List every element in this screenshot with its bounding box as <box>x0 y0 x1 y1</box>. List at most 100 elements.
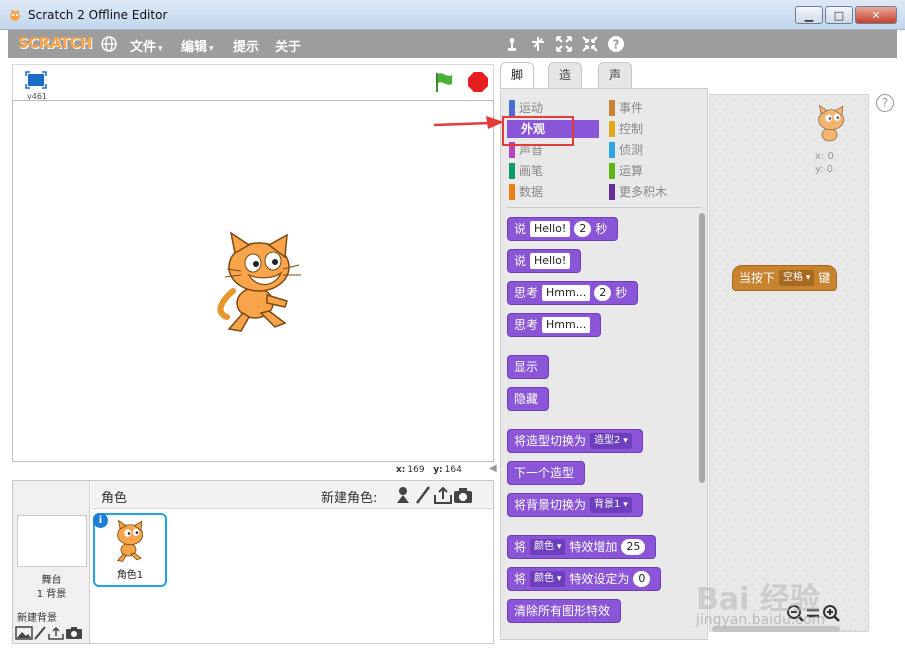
upload-sprite-icon[interactable] <box>433 485 453 505</box>
scratch-app-icon <box>10 9 20 21</box>
category-color-bar <box>509 163 515 179</box>
block-help-button[interactable]: ? <box>876 94 894 112</box>
sprite-thumb-cat-image <box>116 519 144 562</box>
block-change-effect[interactable]: 将 颜色 特效增加 25 <box>507 535 657 559</box>
effect-change-input[interactable]: 25 <box>621 539 646 555</box>
category-sensing[interactable]: 侦测 <box>609 141 643 159</box>
annotation-highlight-box <box>502 116 574 146</box>
window-titlebar: Scratch 2 Offline Editor ▁ □ ✕ <box>0 0 905 30</box>
category-color-bar <box>609 163 615 179</box>
sprite-position: x: 0 y: 0 <box>815 151 834 175</box>
scratch-logo[interactable]: SCRATCH <box>18 34 93 52</box>
menu-file[interactable]: 文件 ▾ <box>130 36 163 55</box>
window-title: Scratch 2 Offline Editor <box>28 8 168 22</box>
stage-collapse-icon[interactable]: ◀ <box>489 463 499 477</box>
category-color-bar <box>609 121 615 137</box>
stage-canvas[interactable] <box>12 100 494 462</box>
menu-about[interactable]: 关于 <box>275 36 301 55</box>
effect-set-input[interactable]: 0 <box>633 571 651 587</box>
block-hide[interactable]: 隐藏 <box>507 387 550 411</box>
when-key-pressed-block[interactable]: 当按下 空格 键 <box>732 265 838 291</box>
category-color-bar <box>609 184 615 200</box>
block-set-effect[interactable]: 将 颜色 特效设定为 0 <box>507 567 662 591</box>
block-switch-costume[interactable]: 将造型切换为 造型2 <box>507 429 643 453</box>
category-color-bar <box>609 100 615 116</box>
camera-sprite-icon[interactable] <box>453 485 473 505</box>
say-text-input[interactable]: Hello! <box>530 221 571 237</box>
sprites-title: 角色 <box>101 491 128 506</box>
think-secs-input[interactable]: 2 <box>594 285 612 301</box>
say-text-input[interactable]: Hello! <box>530 253 571 269</box>
block-switch-backdrop[interactable]: 将背景切换为 背景1 <box>507 493 643 517</box>
menu-edit[interactable]: 编辑 ▾ <box>181 36 214 55</box>
category-data[interactable]: 数据 <box>509 183 543 201</box>
sprite-info-icon[interactable]: i <box>93 513 108 528</box>
think-text-input[interactable]: Hmm... <box>542 317 591 333</box>
green-flag-icon[interactable] <box>433 71 455 93</box>
category-motion[interactable]: 运动 <box>509 99 543 117</box>
block-palette: 运动 外观 声音 画笔 数据 事件 控制 侦测 运算 更多积木 说 Hello!… <box>500 88 708 640</box>
block-show[interactable]: 显示 <box>507 355 550 379</box>
new-sprite-label: 新建角色: <box>321 491 378 506</box>
costume-dropdown[interactable]: 造型2 <box>590 433 632 449</box>
category-color-bar <box>509 184 515 200</box>
scripts-area[interactable] <box>709 94 869 632</box>
sprite-name: 角色1 <box>116 570 144 581</box>
backdrop-library-icon[interactable] <box>15 626 33 640</box>
block-say[interactable]: 说 Hello! <box>507 249 582 273</box>
effect-dropdown[interactable]: 颜色 <box>530 571 566 587</box>
presentation-mode-icon[interactable] <box>25 71 47 89</box>
category-operators[interactable]: 运算 <box>609 162 643 180</box>
menu-bar: SCRATCH 文件 ▾ 编辑 ▾ 提示 关于 ? <box>8 30 897 58</box>
block-next-costume[interactable]: 下一个造型 <box>507 461 586 485</box>
menu-tips[interactable]: 提示 <box>233 36 259 55</box>
category-control[interactable]: 控制 <box>609 120 643 138</box>
key-dropdown[interactable]: 空格 <box>779 270 815 286</box>
camera-backdrop-icon[interactable] <box>65 626 83 640</box>
block-think[interactable]: 思考 Hmm... <box>507 313 602 337</box>
category-more-blocks[interactable]: 更多积木 <box>609 183 667 201</box>
help-icon[interactable]: ? <box>606 34 626 54</box>
mouse-coordinates: x: 169 y: 164 <box>396 465 462 475</box>
category-pen[interactable]: 画笔 <box>509 162 543 180</box>
block-clear-effects[interactable]: 清除所有图形特效 <box>507 599 622 623</box>
paint-sprite-icon[interactable] <box>413 485 433 505</box>
looks-blocks: 说 Hello! 2 秒 说 Hello! 思考 Hmm... 2 秒 思考 H… <box>501 213 707 639</box>
category-divider <box>507 207 701 208</box>
sprites-header: 角色 新建角色: <box>91 481 493 509</box>
stop-icon[interactable] <box>467 71 489 93</box>
stage-label: 舞台 <box>41 575 62 586</box>
tab-costumes[interactable]: 造型 <box>548 62 583 106</box>
minimize-icon: ▁ <box>804 8 814 22</box>
category-color-bar <box>609 142 615 158</box>
stage-column: 舞台 1 背景 新建背景 <box>13 481 90 643</box>
effect-dropdown[interactable]: 颜色 <box>530 539 566 555</box>
close-button[interactable]: ✕ <box>855 6 897 24</box>
language-globe-icon[interactable] <box>100 35 118 53</box>
stage-backdrop-count: 1 背景 <box>36 589 67 600</box>
think-text-input[interactable]: Hmm... <box>542 285 591 301</box>
block-think-for-secs[interactable]: 思考 Hmm... 2 秒 <box>507 281 639 305</box>
palette-scrollbar[interactable] <box>699 213 705 483</box>
category-events[interactable]: 事件 <box>609 99 643 117</box>
baidu-watermark: Bai 经验 jingyan.baidu.com <box>696 582 826 628</box>
upload-backdrop-icon[interactable] <box>47 626 65 640</box>
scratch-cat-sprite[interactable] <box>213 231 309 333</box>
delete-icon[interactable] <box>528 34 548 54</box>
paint-backdrop-icon[interactable] <box>33 626 47 640</box>
tab-sounds[interactable]: 声音 <box>598 62 633 106</box>
duplicate-icon[interactable] <box>502 34 522 54</box>
sprite-library-icon[interactable] <box>393 485 413 505</box>
shrink-icon[interactable] <box>580 34 600 54</box>
maximize-button[interactable]: □ <box>825 6 853 24</box>
grow-icon[interactable] <box>554 34 574 54</box>
backdrop-dropdown[interactable]: 背景1 <box>590 497 632 513</box>
minimize-button[interactable]: ▁ <box>795 6 823 24</box>
category-color-bar <box>509 100 515 116</box>
close-icon: ✕ <box>871 8 881 22</box>
say-secs-input[interactable]: 2 <box>574 221 592 237</box>
block-say-for-secs[interactable]: 说 Hello! 2 秒 <box>507 217 619 241</box>
tab-scripts[interactable]: 脚本 <box>500 62 535 106</box>
stage-thumbnail[interactable] <box>17 515 87 567</box>
sprite-thumbnail-cat[interactable]: i 角色1 <box>93 513 167 587</box>
